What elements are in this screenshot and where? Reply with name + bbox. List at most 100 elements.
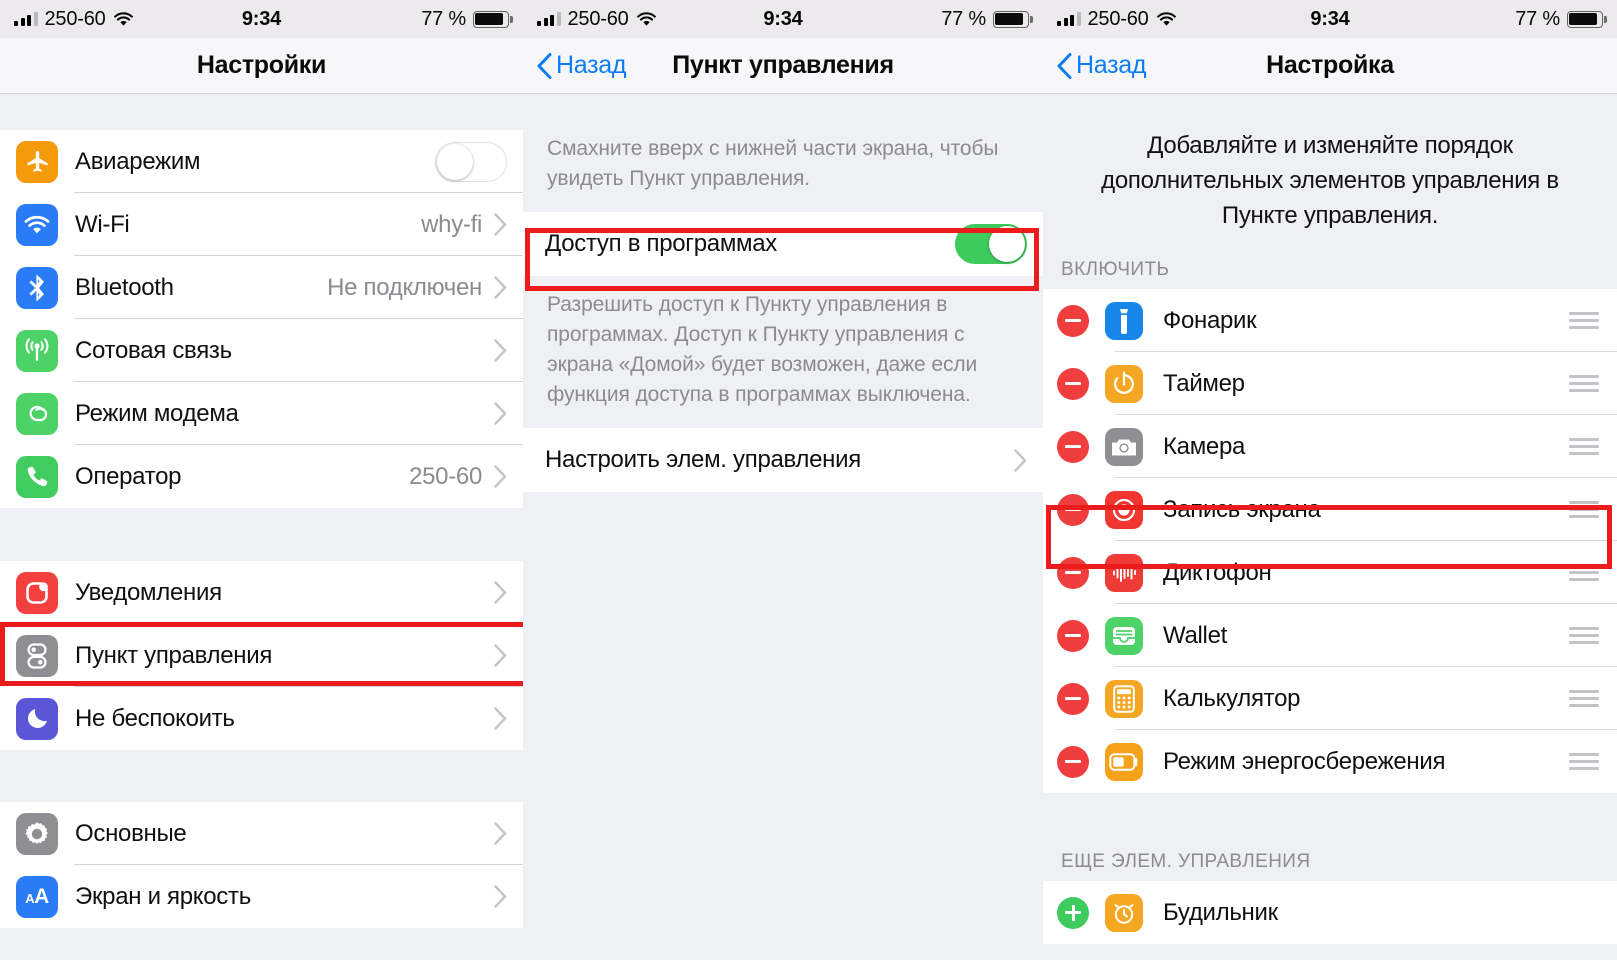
alarm-clock-icon [1105, 893, 1143, 932]
customize-content[interactable]: Добавляйте и изменяйте порядок дополните… [1043, 94, 1617, 960]
remove-icon[interactable] [1057, 430, 1089, 463]
display-brightness-icon: AA [16, 875, 58, 918]
control-row-calculator[interactable]: Калькулятор [1043, 667, 1617, 730]
remove-icon[interactable] [1057, 304, 1089, 337]
control-row-label: Таймер [1163, 369, 1245, 397]
list-spacer [1043, 233, 1617, 259]
settings-row-control-center[interactable]: Пункт управления [0, 624, 523, 687]
chevron-right-icon [494, 213, 507, 236]
calculator-icon [1105, 679, 1143, 718]
nav-bar-customize: Назад Настройка [1043, 38, 1617, 94]
chevron-right-icon [494, 885, 507, 908]
back-button[interactable]: Назад [1057, 51, 1146, 80]
chevron-left-icon [1057, 52, 1072, 79]
remove-icon[interactable] [1057, 745, 1089, 778]
settings-list[interactable]: Авиарежим Wi-Fi why-fi Bluetooth Не подк… [0, 94, 523, 960]
low-power-icon [1105, 742, 1143, 781]
three-panel-screenshot: 250-60 9:34 77 % Настройки Авиарежим Wi-… [0, 0, 1617, 960]
settings-row-general[interactable]: Основные [0, 802, 523, 865]
reorder-handle-icon[interactable] [1569, 560, 1599, 585]
settings-row-display-brightness[interactable]: AA Экран и яркость [0, 865, 523, 928]
access-in-apps-group: Доступ в программах [523, 212, 1043, 276]
control-center-content[interactable]: Смахните вверх с нижней части экрана, чт… [523, 94, 1043, 960]
settings-group-general: Основные AA Экран и яркость [0, 802, 523, 928]
control-row-alarm[interactable]: Будильник [1043, 881, 1617, 944]
remove-icon[interactable] [1057, 367, 1089, 400]
settings-row-notifications[interactable]: Уведомления [0, 561, 523, 624]
section-header-include: ВКЛЮЧИТЬ [1061, 259, 1170, 280]
control-row-label: Калькулятор [1163, 684, 1301, 712]
settings-row-airplane-mode[interactable]: Авиарежим [0, 130, 523, 193]
settings-row-label: Оператор [75, 462, 182, 490]
settings-row-hotspot[interactable]: Режим модема [0, 382, 523, 445]
control-row-screen-recording[interactable]: Запись экрана [1043, 478, 1617, 541]
status-bar-time: 9:34 [1310, 7, 1350, 30]
chevron-right-icon [494, 465, 507, 488]
access-in-apps-toggle[interactable] [955, 224, 1027, 264]
reorder-handle-icon[interactable] [1569, 749, 1599, 774]
remove-icon[interactable] [1057, 682, 1089, 715]
access-in-apps-row[interactable]: Доступ в программах [523, 212, 1043, 276]
battery-icon [993, 10, 1033, 28]
reorder-handle-icon[interactable] [1569, 686, 1599, 711]
remove-icon[interactable] [1057, 493, 1089, 526]
settings-row-value: why-fi [421, 210, 482, 238]
settings-row-do-not-disturb[interactable]: Не беспокоить [0, 687, 523, 750]
airplane-mode-toggle[interactable] [435, 141, 507, 182]
control-row-timer[interactable]: Таймер [1043, 352, 1617, 415]
settings-row-label: Экран и яркость [75, 882, 251, 910]
customize-controls-group: Настроить элем. управления [523, 428, 1043, 492]
chevron-right-icon [494, 707, 507, 730]
reorder-handle-icon[interactable] [1569, 371, 1599, 396]
settings-row-value: Не подключен [327, 273, 482, 301]
settings-row-wifi[interactable]: Wi-Fi why-fi [0, 193, 523, 256]
control-row-flashlight[interactable]: Фонарик [1043, 289, 1617, 352]
customize-controls-row[interactable]: Настроить элем. управления [523, 428, 1043, 492]
customize-controls-label: Настроить элем. управления [545, 446, 861, 473]
chevron-right-icon [494, 402, 507, 425]
chevron-right-icon [1014, 448, 1027, 472]
control-row-label: Камера [1163, 432, 1246, 460]
settings-row-cellular[interactable]: Сотовая связь [0, 319, 523, 382]
control-row-label: Диктофон [1163, 558, 1272, 586]
remove-icon[interactable] [1057, 619, 1089, 652]
control-row-camera[interactable]: Камера [1043, 415, 1617, 478]
wallet-icon [1105, 616, 1143, 655]
access-in-apps-label: Доступ в программах [545, 230, 778, 257]
gear-icon [16, 812, 58, 855]
add-icon[interactable] [1057, 896, 1089, 929]
customize-intro: Добавляйте и изменяйте порядок дополните… [1101, 132, 1559, 229]
reorder-handle-icon[interactable] [1569, 497, 1599, 522]
control-row-wallet[interactable]: Wallet [1043, 604, 1617, 667]
settings-row-label: Сотовая связь [75, 336, 232, 364]
settings-row-label: Авиарежим [75, 147, 201, 175]
control-row-voice-memos[interactable]: Диктофон [1043, 541, 1617, 604]
camera-icon [1105, 427, 1143, 466]
back-button[interactable]: Назад [537, 51, 626, 80]
list-spacer [523, 94, 1043, 116]
list-spacer [0, 94, 523, 130]
control-row-label: Режим энергосбережения [1163, 747, 1446, 775]
chevron-right-icon [494, 822, 507, 845]
settings-group-connectivity: Авиарежим Wi-Fi why-fi Bluetooth Не подк… [0, 130, 523, 508]
status-bar: 250-60 9:34 77 % [0, 0, 523, 38]
voice-memos-icon [1105, 553, 1143, 592]
page-title: Настройки [196, 51, 327, 79]
reorder-handle-icon[interactable] [1569, 308, 1599, 333]
chevron-right-icon [494, 581, 507, 604]
reorder-handle-icon[interactable] [1569, 623, 1599, 648]
chevron-right-icon [494, 339, 507, 362]
control-row-label: Запись экрана [1163, 495, 1321, 523]
control-row-low-power-mode[interactable]: Режим энергосбережения [1043, 730, 1617, 793]
hotspot-icon [16, 392, 58, 435]
moon-icon [16, 697, 58, 740]
settings-row-bluetooth[interactable]: Bluetooth Не подключен [0, 256, 523, 319]
panel-settings: 250-60 9:34 77 % Настройки Авиарежим Wi-… [0, 0, 523, 960]
list-spacer [0, 750, 523, 802]
settings-row-carrier[interactable]: Оператор 250-60 [0, 445, 523, 508]
access-in-apps-note: Разрешить доступ к Пункту управления в п… [547, 293, 978, 406]
control-row-label: Wallet [1163, 621, 1227, 649]
remove-icon[interactable] [1057, 556, 1089, 589]
nav-bar-control-center: Назад Пункт управления [523, 38, 1043, 94]
reorder-handle-icon[interactable] [1569, 434, 1599, 459]
